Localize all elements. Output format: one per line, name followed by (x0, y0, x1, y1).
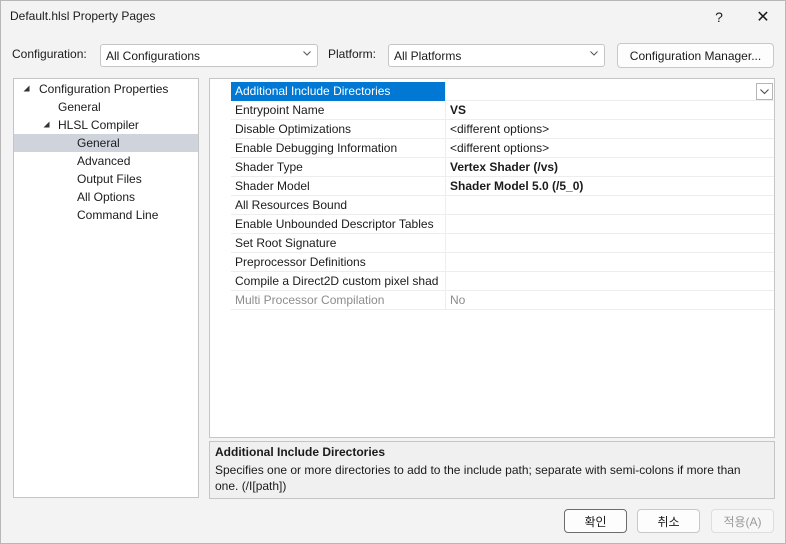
property-name: Shader Model (231, 177, 446, 196)
property-value[interactable] (448, 253, 774, 272)
tree-item-label: All Options (77, 190, 136, 204)
tree-item-label: General (77, 136, 120, 150)
row-gutter (210, 101, 231, 120)
property-row-enable-unbounded-descriptor-tables[interactable]: Enable Unbounded Descriptor Tables (210, 215, 774, 234)
description-panel: Additional Include Directories Specifies… (209, 441, 775, 499)
property-row-shader-model[interactable]: Shader Model Shader Model 5.0 (/5_0) (210, 177, 774, 196)
property-value[interactable] (448, 234, 774, 253)
property-name: Compile a Direct2D custom pixel shad (231, 272, 446, 291)
property-name: Set Root Signature (231, 234, 446, 253)
row-gutter (210, 272, 231, 291)
property-tree: Configuration Properties General HLSL Co… (13, 78, 199, 498)
property-name: Shader Type (231, 158, 446, 177)
property-value: No (450, 293, 466, 307)
description-text: Specifies one or more directories to add… (215, 463, 741, 493)
property-value[interactable] (448, 82, 774, 101)
tree-item-command-line[interactable]: Command Line (14, 206, 198, 224)
chevron-down-icon (303, 51, 311, 56)
help-icon: ? (715, 9, 723, 25)
property-name: All Resources Bound (231, 196, 446, 215)
tree-item-hlsl-compiler[interactable]: HLSL Compiler (14, 116, 198, 134)
tree-item-label: HLSL Compiler (58, 118, 139, 132)
value-dropdown-button[interactable] (756, 83, 773, 100)
property-pages-dialog: Default.hlsl Property Pages ? ✕ Configur… (0, 0, 786, 544)
tree-item-output-files[interactable]: Output Files (14, 170, 198, 188)
configuration-manager-button[interactable]: Configuration Manager... (617, 43, 774, 68)
close-icon: ✕ (756, 9, 770, 26)
property-row-all-resources-bound[interactable]: All Resources Bound (210, 196, 774, 215)
tree-item-label: General (58, 100, 101, 114)
window-title: Default.hlsl Property Pages (10, 9, 156, 23)
tree-item-label: Advanced (77, 154, 131, 168)
cancel-button[interactable]: 취소 (637, 509, 700, 533)
property-row-entrypoint-name[interactable]: Entrypoint Name VS (210, 101, 774, 120)
property-row-disable-optimizations[interactable]: Disable Optimizations <different options… (210, 120, 774, 139)
row-gutter (210, 158, 231, 177)
property-name: Disable Optimizations (231, 120, 446, 139)
property-row-additional-include-directories[interactable]: Additional Include Directories (210, 82, 774, 101)
property-value[interactable] (448, 215, 774, 234)
property-value[interactable]: Vertex Shader (/vs) (448, 158, 774, 177)
property-row-compile-direct2d-custom-pixel-shader[interactable]: Compile a Direct2D custom pixel shad (210, 272, 774, 291)
property-row-enable-debugging-information[interactable]: Enable Debugging Information <different … (210, 139, 774, 158)
property-row-set-root-signature[interactable]: Set Root Signature (210, 234, 774, 253)
property-name: Enable Unbounded Descriptor Tables (231, 215, 446, 234)
tree-item-label: Command Line (77, 208, 159, 222)
property-name: Additional Include Directories (231, 82, 446, 101)
tree-item-all-options[interactable]: All Options (14, 188, 198, 206)
row-gutter (210, 196, 231, 215)
ok-button[interactable]: 확인 (564, 509, 627, 533)
configuration-value: All Configurations (106, 49, 201, 63)
row-gutter (210, 253, 231, 272)
property-value[interactable]: VS (448, 101, 774, 120)
property-row-shader-type[interactable]: Shader Type Vertex Shader (/vs) (210, 158, 774, 177)
property-grid: Additional Include Directories Entrypoin… (209, 78, 775, 438)
property-row-preprocessor-definitions[interactable]: Preprocessor Definitions (210, 253, 774, 272)
expanded-arrow-icon[interactable] (23, 85, 30, 92)
property-name: Enable Debugging Information (231, 139, 446, 158)
property-name: Multi Processor Compilation (231, 291, 446, 310)
chevron-down-icon (760, 89, 769, 95)
configuration-select[interactable]: All Configurations (100, 44, 318, 67)
chevron-down-icon (590, 51, 598, 56)
row-gutter (210, 215, 231, 234)
platform-select[interactable]: All Platforms (388, 44, 605, 67)
row-gutter (210, 82, 231, 101)
description-title: Additional Include Directories (215, 445, 386, 459)
tree-item-label: Configuration Properties (39, 82, 169, 96)
property-value[interactable]: Shader Model 5.0 (/5_0) (448, 177, 774, 196)
tree-item-hlsl-general[interactable]: General (14, 134, 198, 152)
property-name: Preprocessor Definitions (231, 253, 446, 272)
help-button[interactable]: ? (697, 1, 741, 33)
tree-item-general[interactable]: General (14, 98, 198, 116)
tree-item-label: Output Files (77, 172, 142, 186)
tree-item-advanced[interactable]: Advanced (14, 152, 198, 170)
property-row-multi-processor-compilation: Multi Processor Compilation No (210, 291, 774, 310)
platform-label: Platform: (328, 47, 377, 61)
title-bar: Default.hlsl Property Pages ? ✕ (1, 1, 785, 33)
platform-value: All Platforms (394, 49, 462, 63)
expanded-arrow-icon[interactable] (43, 121, 50, 128)
row-gutter (210, 177, 231, 196)
property-value[interactable] (448, 196, 774, 215)
property-name: Entrypoint Name (231, 101, 446, 120)
row-gutter (210, 139, 231, 158)
close-button[interactable]: ✕ (741, 1, 785, 33)
row-gutter (210, 120, 231, 139)
row-gutter (210, 291, 231, 310)
property-value[interactable]: <different options> (448, 139, 774, 158)
property-value[interactable] (448, 272, 774, 291)
configuration-label: Configuration: (12, 47, 87, 61)
apply-button[interactable]: 적용(A) (711, 509, 774, 533)
property-value[interactable]: <different options> (448, 120, 774, 139)
row-gutter (210, 234, 231, 253)
tree-item-configuration-properties[interactable]: Configuration Properties (14, 80, 198, 98)
